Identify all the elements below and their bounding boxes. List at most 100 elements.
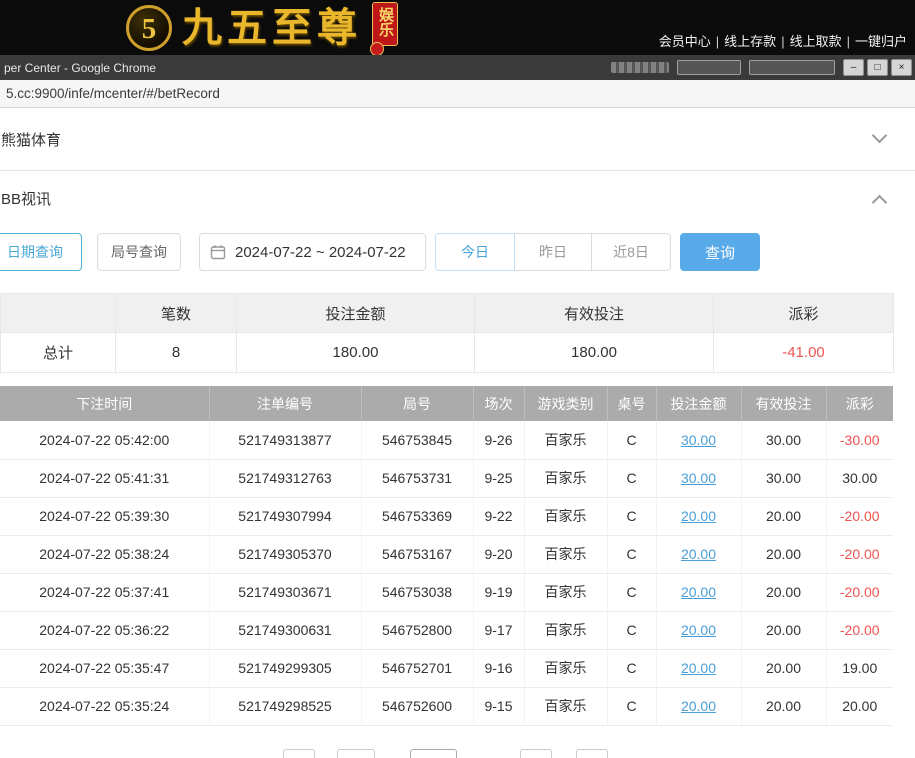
close-button[interactable]: ×	[891, 59, 912, 76]
browser-title-bar: per Center - Google Chrome – □ ×	[0, 55, 915, 80]
header-bet-time: 下注时间	[0, 386, 209, 421]
game-type-cell: 百家乐	[524, 611, 607, 649]
bet-amount-link[interactable]: 20.00	[681, 622, 716, 638]
table-no-cell: C	[607, 687, 656, 725]
section-bb-video[interactable]: BB视讯	[0, 171, 915, 226]
pagination-button[interactable]	[576, 749, 608, 758]
order-id-cell: 521749313877	[209, 421, 361, 459]
pagination-button[interactable]	[283, 749, 315, 758]
bet-amount-link[interactable]: 20.00	[681, 508, 716, 524]
pagination	[0, 749, 915, 758]
bet-amount-link[interactable]: 20.00	[681, 584, 716, 600]
bet-amount-cell: 20.00	[656, 687, 741, 725]
summary-payout: -41.00	[714, 333, 894, 373]
order-id-cell: 521749300631	[209, 611, 361, 649]
game-type-cell: 百家乐	[524, 421, 607, 459]
table-row: 2024-07-22 05:41:31 521749312763 5467537…	[0, 459, 893, 497]
table-row: 2024-07-22 05:35:24 521749298525 5467526…	[0, 687, 893, 725]
section-panda-sports[interactable]: 熊猫体育	[0, 108, 915, 171]
account-chip-blur	[749, 60, 835, 75]
last-8-days-button[interactable]: 近8日	[591, 233, 671, 271]
round-no-cell: 546753731	[361, 459, 473, 497]
account-chip-blur	[677, 60, 741, 75]
bet-time-cell: 2024-07-22 05:42:00	[0, 421, 209, 459]
bet-amount-link[interactable]: 20.00	[681, 546, 716, 562]
summary-table: 笔数 投注金额 有效投注 派彩 总计 8 180.00 180.00 -41.0…	[0, 293, 894, 373]
account-info-blur	[611, 62, 669, 73]
date-query-tab[interactable]: 日期查询	[0, 233, 82, 271]
valid-bet-cell: 30.00	[741, 459, 826, 497]
valid-bet-cell: 20.00	[741, 573, 826, 611]
bet-amount-link[interactable]: 20.00	[681, 698, 716, 714]
game-type-cell: 百家乐	[524, 573, 607, 611]
order-id-cell: 521749307994	[209, 497, 361, 535]
pagination-button[interactable]	[520, 749, 552, 758]
header-order-id: 注单编号	[209, 386, 361, 421]
session-cell: 9-20	[473, 535, 524, 573]
nav-separator: |	[847, 34, 850, 49]
order-id-cell: 521749299305	[209, 649, 361, 687]
payout-cell: -20.00	[826, 535, 893, 573]
valid-bet-cell: 20.00	[741, 611, 826, 649]
bet-amount-cell: 30.00	[656, 421, 741, 459]
payout-cell: -20.00	[826, 573, 893, 611]
table-no-cell: C	[607, 649, 656, 687]
header-payout: 派彩	[826, 386, 893, 421]
date-range-picker[interactable]: 2024-07-22 ~ 2024-07-22	[199, 233, 426, 271]
maximize-button[interactable]: □	[867, 59, 888, 76]
bet-amount-link[interactable]: 30.00	[681, 470, 716, 486]
bet-amount-cell: 20.00	[656, 611, 741, 649]
chevron-up-icon[interactable]	[872, 195, 888, 211]
site-header: 5 九五至尊 娱乐 会员中心|线上存款|线上取款|一键归户	[0, 0, 915, 55]
chevron-down-icon[interactable]	[872, 128, 888, 144]
date-range-value: 2024-07-22 ~ 2024-07-22	[235, 244, 406, 261]
round-no-cell: 546753845	[361, 421, 473, 459]
summary-total-row: 总计 8 180.00 180.00 -41.00	[1, 333, 894, 373]
logo-badge-wrap: 娱乐	[372, 2, 398, 54]
session-cell: 9-25	[473, 459, 524, 497]
summary-header-count: 笔数	[116, 294, 237, 333]
pagination-page-input[interactable]	[410, 749, 457, 758]
bet-time-cell: 2024-07-22 05:41:31	[0, 459, 209, 497]
round-no-cell: 546753369	[361, 497, 473, 535]
valid-bet-cell: 20.00	[741, 535, 826, 573]
game-type-cell: 百家乐	[524, 497, 607, 535]
window-controls: – □ ×	[843, 59, 912, 76]
valid-bet-cell: 20.00	[741, 687, 826, 725]
payout-cell: 19.00	[826, 649, 893, 687]
nav-one-key-transfer[interactable]: 一键归户	[855, 34, 907, 49]
game-type-cell: 百家乐	[524, 687, 607, 725]
round-query-tab[interactable]: 局号查询	[97, 233, 181, 271]
bet-time-cell: 2024-07-22 05:35:24	[0, 687, 209, 725]
order-id-cell: 521749312763	[209, 459, 361, 497]
table-row: 2024-07-22 05:36:22 521749300631 5467528…	[0, 611, 893, 649]
nav-member-center[interactable]: 会员中心	[659, 34, 711, 49]
table-row: 2024-07-22 05:37:41 521749303671 5467530…	[0, 573, 893, 611]
pagination-button[interactable]	[337, 749, 375, 758]
header-table-no: 桌号	[607, 386, 656, 421]
logo-coin-icon: 5	[126, 5, 172, 51]
summary-header-row: 笔数 投注金额 有效投注 派彩	[1, 294, 894, 333]
nav-deposit[interactable]: 线上存款	[724, 34, 776, 49]
logo-seal-icon	[370, 42, 384, 55]
valid-bet-cell: 30.00	[741, 421, 826, 459]
session-cell: 9-22	[473, 497, 524, 535]
yesterday-button[interactable]: 昨日	[514, 233, 592, 271]
bet-amount-link[interactable]: 30.00	[681, 432, 716, 448]
bet-amount-link[interactable]: 20.00	[681, 660, 716, 676]
search-button[interactable]: 查询	[680, 233, 760, 271]
bet-amount-cell: 20.00	[656, 573, 741, 611]
payout-cell: -20.00	[826, 497, 893, 535]
bet-record-table: 下注时间 注单编号 局号 场次 游戏类别 桌号 投注金额 有效投注 派彩 202…	[0, 386, 893, 726]
bet-time-cell: 2024-07-22 05:37:41	[0, 573, 209, 611]
bet-time-cell: 2024-07-22 05:38:24	[0, 535, 209, 573]
logo-badge: 娱乐	[372, 2, 398, 46]
today-button[interactable]: 今日	[435, 233, 515, 271]
address-bar[interactable]: 5.cc:9900/infe/mcenter/#/betRecord	[0, 80, 915, 108]
session-cell: 9-15	[473, 687, 524, 725]
nav-withdraw[interactable]: 线上取款	[790, 34, 842, 49]
summary-header-bet-amount: 投注金额	[237, 294, 475, 333]
game-type-cell: 百家乐	[524, 649, 607, 687]
quick-date-group: 今日 昨日 近8日	[435, 233, 671, 271]
minimize-button[interactable]: –	[843, 59, 864, 76]
